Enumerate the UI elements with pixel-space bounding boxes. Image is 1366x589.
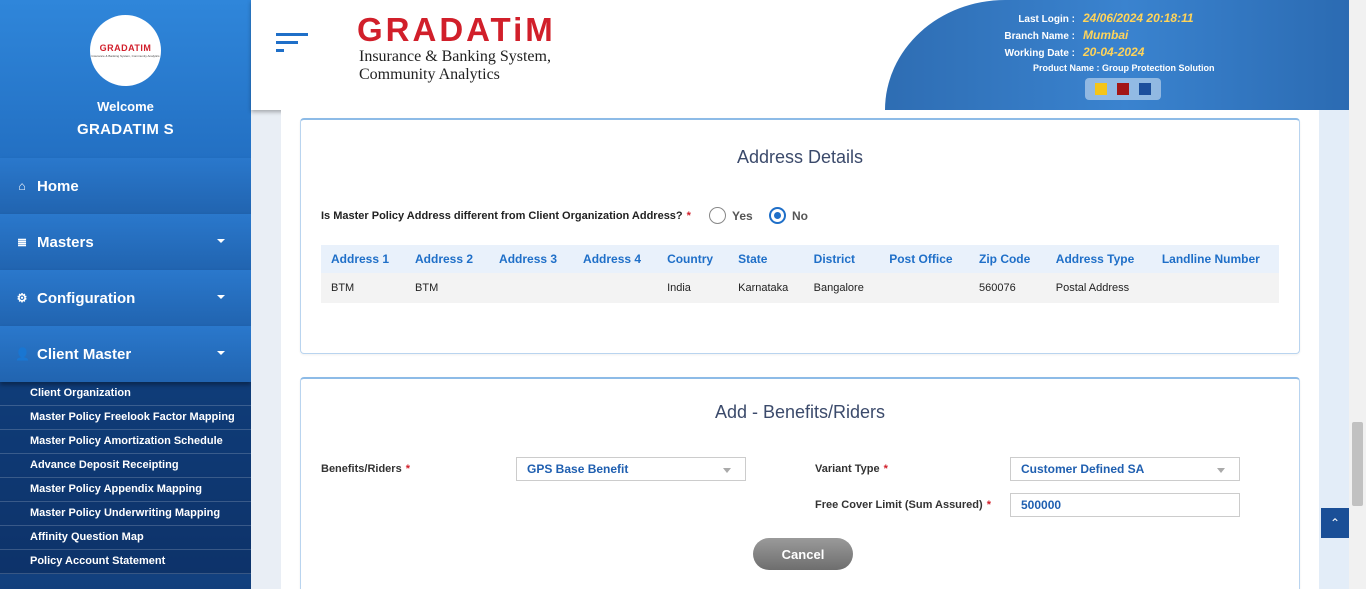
theme-switcher (1085, 78, 1161, 100)
chevron-down-icon (217, 239, 225, 243)
sidebar-item-label: Client Master (37, 345, 132, 363)
hamburger-menu-icon[interactable] (276, 33, 308, 57)
radio-yes[interactable]: Yes (709, 207, 753, 224)
sidebar-item-client-master[interactable]: 👤 Client Master (0, 326, 251, 382)
working-date-row: Working Date :20-04-2024 (1004, 45, 1145, 59)
benefits-riders-panel: Add - Benefits/Riders Benefits/Riders * G… (300, 377, 1300, 589)
table-cell: 560076 (968, 273, 1046, 303)
gears-icon: ⚙ (16, 291, 28, 305)
sidebar-item-label: Home (37, 177, 79, 195)
column-header: State (728, 245, 804, 273)
table-row: BTM BTM India Karnataka Bangalore 560076… (321, 273, 1279, 303)
benefits-riders-select[interactable]: GPS Base Benefit (516, 457, 746, 481)
address-details-panel: Address Details Is Master Policy Address… (300, 118, 1300, 354)
product-name: Product Name : Group Protection Solution (1033, 63, 1215, 73)
client-master-submenu: Client Organization Master Policy Freelo… (0, 382, 251, 574)
sidebar-profile: GRADATIM Insurance & Banking System, Com… (0, 0, 251, 158)
column-header: Address 2 (405, 245, 490, 273)
benefits-riders-label: Benefits/Riders * (321, 463, 410, 475)
database-icon: ≣ (16, 235, 28, 249)
sidebar-item-home[interactable]: ⌂ Home (0, 158, 251, 214)
brand-logo: GRADATiM Insurance & Banking System, Com… (353, 11, 601, 84)
sidebar-item-masters[interactable]: ≣ Masters (0, 214, 251, 270)
table-cell: Bangalore (803, 273, 880, 303)
column-header: Address 3 (489, 245, 574, 273)
column-header: Address 4 (573, 245, 658, 273)
table-cell (1151, 273, 1279, 303)
cancel-button[interactable]: Cancel (753, 538, 853, 570)
variant-type-label: Variant Type * (815, 463, 888, 475)
submenu-appendix-mapping[interactable]: Master Policy Appendix Mapping (0, 478, 251, 502)
free-cover-limit-input[interactable]: 500000 (1010, 493, 1240, 517)
table-cell: BTM (405, 273, 490, 303)
column-header: Country (657, 245, 729, 273)
column-header: Address Type (1045, 245, 1152, 273)
submenu-underwriting-mapping[interactable]: Master Policy Underwriting Mapping (0, 502, 251, 526)
column-header: Landline Number (1151, 245, 1279, 273)
sidebar-item-label: Masters (37, 233, 94, 251)
sidebar: GRADATIM Insurance & Banking System, Com… (0, 0, 251, 589)
profile-logo: GRADATIM Insurance & Banking System, Com… (90, 15, 161, 86)
radio-yes-label: Yes (732, 208, 753, 223)
profile-logo-brand: GRADATIM (99, 43, 152, 53)
address-table: Address 1 Address 2 Address 3 Address 4 … (321, 245, 1279, 303)
scrollbar-thumb[interactable] (1352, 422, 1363, 506)
column-header: District (803, 245, 880, 273)
table-header-row: Address 1 Address 2 Address 3 Address 4 … (321, 245, 1279, 273)
page-scrollbar[interactable] (1349, 0, 1366, 589)
sidebar-item-configuration[interactable]: ⚙ Configuration (0, 270, 251, 326)
profile-logo-tagline: Insurance & Banking System, Community An… (91, 54, 160, 58)
column-header: Zip Code (968, 245, 1046, 273)
address-details-title: Address Details (736, 147, 864, 167)
address-different-question: Is Master Policy Address different from … (321, 210, 691, 222)
brand-name: GRADATiM (357, 11, 556, 48)
chevron-down-icon (723, 468, 731, 473)
table-cell (489, 273, 574, 303)
column-header: Post Office (879, 245, 969, 273)
submenu-amortization-schedule[interactable]: Master Policy Amortization Schedule (0, 430, 251, 454)
chevron-down-icon (1217, 468, 1225, 473)
last-login-row: Last Login :24/06/2024 20:18:11 (1018, 11, 1194, 25)
top-header: GRADATiM Insurance & Banking System, Com… (251, 0, 1366, 110)
table-cell: Karnataka (728, 273, 804, 303)
brand-tagline: Insurance & Banking System, Community An… (359, 48, 551, 83)
theme-red-swatch[interactable] (1117, 83, 1129, 95)
sidebar-item-label: Configuration (37, 289, 136, 307)
scroll-to-top-button[interactable]: ⌃ (1321, 508, 1349, 538)
submenu-affinity-question-map[interactable]: Affinity Question Map (0, 526, 251, 550)
user-icon: 👤 (15, 347, 30, 361)
table-cell: India (657, 273, 729, 303)
chevron-down-icon (217, 351, 225, 355)
welcome-text: Welcome (97, 99, 154, 114)
radio-no[interactable]: No (769, 207, 808, 224)
branch-row: Branch Name : Mumbai (1004, 28, 1129, 42)
submenu-client-organization[interactable]: Client Organization (0, 382, 251, 406)
submenu-freelook-factor-mapping[interactable]: Master Policy Freelook Factor Mapping (0, 406, 251, 430)
chevron-down-icon (217, 295, 225, 299)
table-cell (573, 273, 658, 303)
table-cell: Postal Address (1045, 273, 1152, 303)
variant-type-select[interactable]: Customer Defined SA (1010, 457, 1240, 481)
free-cover-limit-label: Free Cover Limit (Sum Assured) * (815, 499, 991, 511)
radio-no-circle[interactable] (769, 207, 786, 224)
submenu-advance-deposit-receipting[interactable]: Advance Deposit Receipting (0, 454, 251, 478)
table-cell: BTM (321, 273, 406, 303)
benefits-riders-title: Add - Benefits/Riders (714, 402, 886, 422)
table-cell (879, 273, 969, 303)
username: GRADATIM S (77, 121, 174, 138)
theme-yellow-swatch[interactable] (1095, 83, 1107, 95)
theme-blue-swatch[interactable] (1139, 83, 1151, 95)
radio-no-label: No (792, 208, 808, 223)
session-info-panel: Last Login :24/06/2024 20:18:11 Branch N… (885, 0, 1366, 110)
column-header: Address 1 (321, 245, 406, 273)
submenu-policy-account-statement[interactable]: Policy Account Statement (0, 550, 251, 574)
home-icon: ⌂ (18, 179, 26, 193)
radio-yes-circle[interactable] (709, 207, 726, 224)
main-content: Address Details Is Master Policy Address… (281, 110, 1319, 589)
